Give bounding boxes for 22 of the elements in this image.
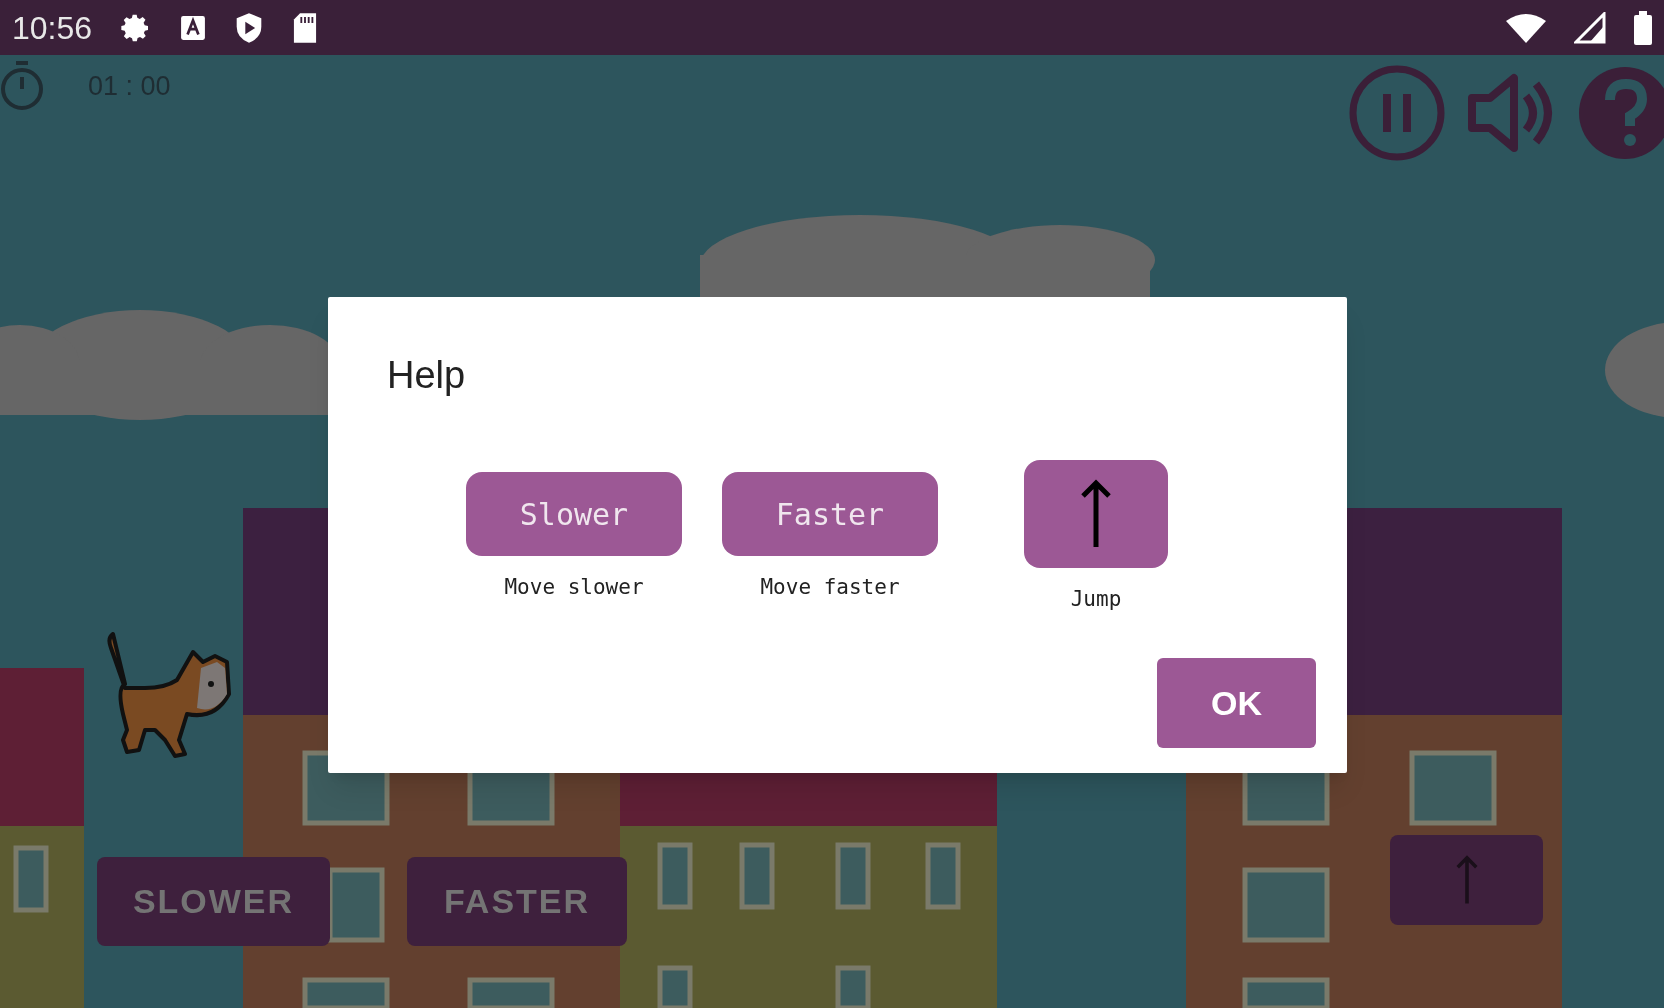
- up-arrow-icon: [1455, 855, 1478, 905]
- game-jump-button[interactable]: [1390, 835, 1543, 925]
- button-caption: Move faster: [760, 574, 900, 601]
- sd-card-icon: [292, 11, 319, 44]
- game-speed-button[interactable]: SLOWER: [97, 857, 330, 946]
- battery-icon: [1634, 10, 1652, 45]
- button-caption: Jump: [1070, 586, 1122, 613]
- wifi-icon: [1506, 12, 1546, 43]
- ok-button[interactable]: OK: [1157, 658, 1316, 748]
- keyboard-icon: [180, 14, 207, 41]
- up-arrow-icon: [1081, 479, 1111, 549]
- stopwatch-icon: [0, 60, 44, 112]
- button-caption: Move slower: [504, 574, 644, 601]
- dialog-title: Help: [387, 353, 466, 398]
- game-speed-button[interactable]: FASTER: [407, 857, 627, 946]
- help-button[interactable]: Slower: [466, 472, 682, 556]
- status-time: 10:56: [12, 8, 93, 48]
- signal-icon: [1574, 11, 1606, 44]
- help-button[interactable]: Faster: [722, 472, 938, 556]
- jump-button[interactable]: [1024, 460, 1168, 568]
- pause-icon[interactable]: [1348, 64, 1446, 162]
- help-icon[interactable]: [1576, 64, 1664, 162]
